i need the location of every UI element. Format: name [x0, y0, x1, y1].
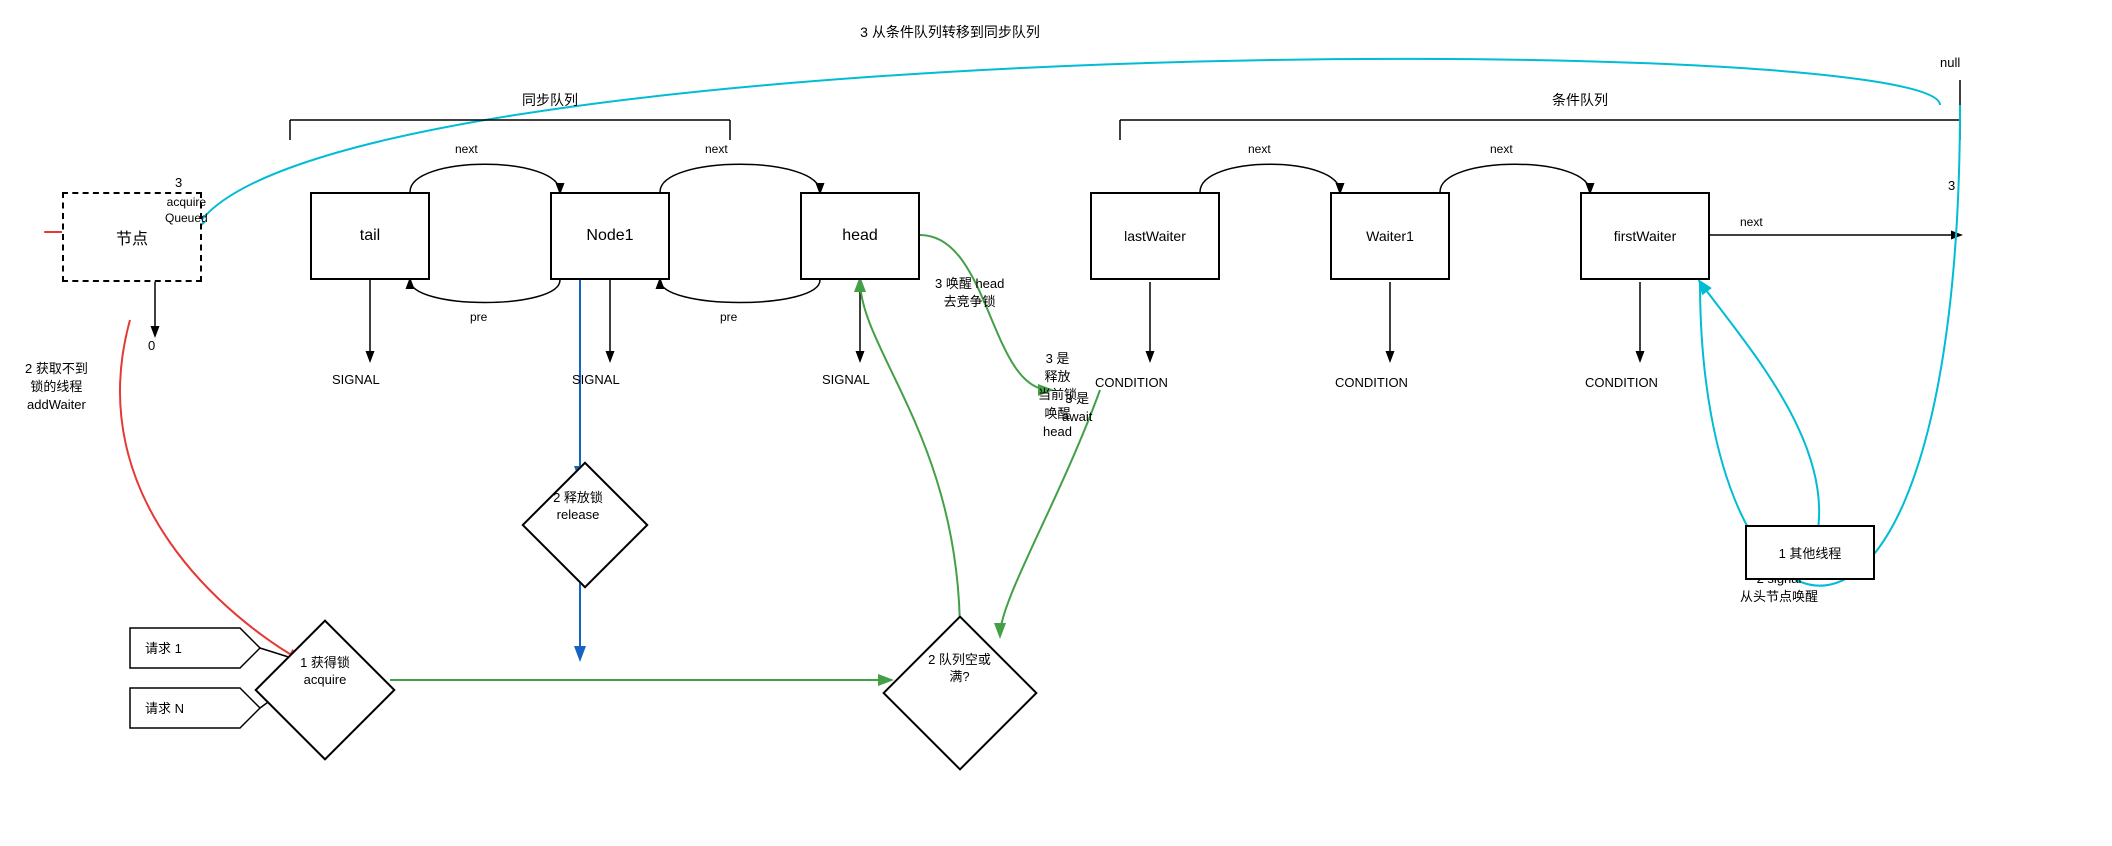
null-label: null [1940, 55, 1960, 70]
zero-label: 0 [148, 338, 155, 353]
next1-label: next [455, 142, 478, 156]
release-diamond [521, 461, 648, 588]
cond-queue-label: 条件队列 [1480, 90, 1680, 110]
no-lock-label: 2 获取不到 锁的线程 addWaiter [25, 360, 88, 415]
cond3-label: CONDITION [1585, 375, 1658, 390]
cond2-label: CONDITION [1335, 375, 1408, 390]
req1-label: 请求 1 [145, 638, 182, 657]
queue-check-label: 2 队列空或 满? [882, 652, 1037, 686]
head-signal-label: SIGNAL [822, 372, 870, 387]
next4-label: next [1490, 142, 1513, 156]
next3-label: next [1248, 142, 1271, 156]
next5-label: next [1740, 215, 1763, 229]
acquire-label: 1 获得锁 acquire [250, 655, 400, 689]
lastwaiter-node: lastWaiter [1090, 192, 1220, 280]
tail-node: tail [310, 192, 430, 280]
next2-label: next [705, 142, 728, 156]
reqN-label: 请求 N [145, 698, 184, 717]
head-node: head [800, 192, 920, 280]
release-label: 2 释放锁 release [518, 490, 638, 524]
queue-check-diamond [882, 615, 1038, 771]
wake-head-label: 3 唤醒 head 去竞争锁 [935, 275, 1004, 311]
three-right-label: 3 [1948, 178, 1955, 193]
diagram: 3 从条件队列转移到同步队列 同步队列 条件队列 null 节点 acquire… [0, 0, 2112, 846]
sync-queue-label: 同步队列 [450, 90, 650, 110]
is-await-label: 3 是 await [1062, 390, 1092, 426]
pre1-label: pre [470, 310, 487, 324]
cond1-label: CONDITION [1095, 375, 1168, 390]
other-thread-box: 1 其他线程 [1745, 525, 1875, 580]
pre2-label: pre [720, 310, 737, 324]
node1-signal-label: SIGNAL [572, 372, 620, 387]
top-transfer-label: 3 从条件队列转移到同步队列 [700, 22, 1200, 42]
acquire-diamond [254, 619, 395, 760]
node1-node: Node1 [550, 192, 670, 280]
tail-signal-label: SIGNAL [332, 372, 380, 387]
acquire-queued-label: acquire Queued [165, 195, 208, 226]
waiter1-node: Waiter1 [1330, 192, 1450, 280]
firstwaiter-node: firstWaiter [1580, 192, 1710, 280]
three-acquire-label: 3 [175, 175, 182, 190]
